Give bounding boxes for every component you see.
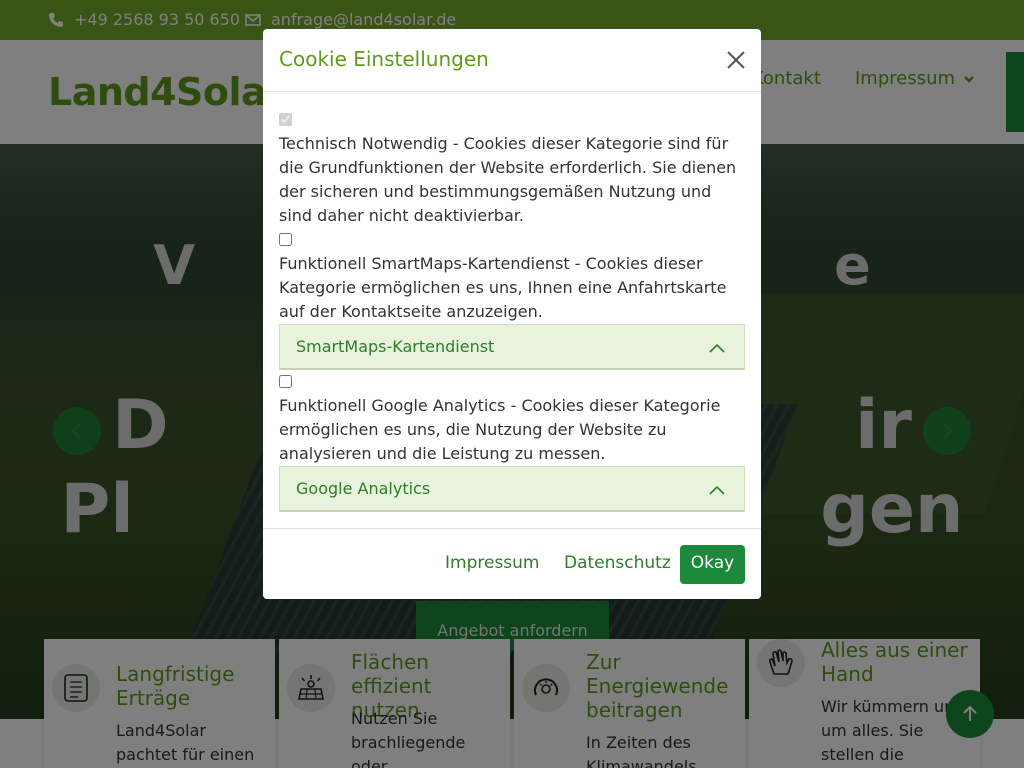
smartmaps-cookies-checkbox[interactable]	[279, 233, 292, 246]
analytics-cookies-checkbox[interactable]	[279, 375, 292, 388]
cookie-settings-modal: Cookie Einstellungen Technisch Notwendig…	[263, 29, 761, 599]
impressum-link[interactable]: Impressum	[445, 553, 540, 573]
modal-header: Cookie Einstellungen	[263, 29, 761, 92]
modal-footer: Impressum Datenschutz Okay	[263, 528, 761, 599]
chevron-up-icon	[709, 343, 725, 353]
accordion-label: SmartMaps-Kartendienst	[296, 337, 495, 356]
chevron-up-icon	[709, 485, 725, 495]
smartmaps-cookies-text: Funktionell SmartMaps-Kartendienst - Coo…	[279, 254, 727, 321]
analytics-cookies-text: Funktionell Google Analytics - Cookies d…	[279, 396, 721, 463]
necessary-cookies-checkbox	[279, 113, 292, 126]
okay-button[interactable]: Okay	[680, 545, 745, 584]
necessary-cookies-text: Technisch Notwendig - Cookies dieser Kat…	[279, 134, 737, 225]
smartmaps-accordion-toggle[interactable]: SmartMaps-Kartendienst	[279, 324, 745, 370]
analytics-accordion-toggle[interactable]: Google Analytics	[279, 466, 745, 512]
datenschutz-link[interactable]: Datenschutz	[564, 553, 671, 573]
modal-title: Cookie Einstellungen	[279, 47, 489, 71]
accordion-label: Google Analytics	[296, 479, 431, 498]
close-icon[interactable]	[725, 49, 747, 71]
